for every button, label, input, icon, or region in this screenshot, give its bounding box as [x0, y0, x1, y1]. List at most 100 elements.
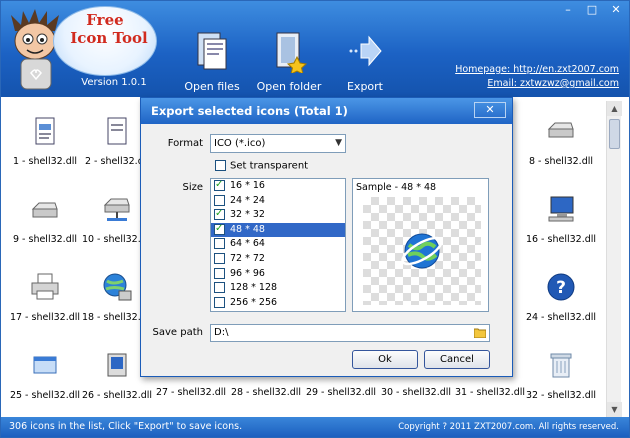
open-files-button[interactable]: Open files: [173, 29, 251, 93]
open-folder-label: Open folder: [256, 80, 322, 93]
status-text: 306 icons in the list, Click "Export" to…: [9, 421, 243, 432]
export-button[interactable]: Export: [326, 29, 404, 93]
icon-item[interactable]: 25 - shell32.dll: [9, 335, 81, 405]
vertical-scrollbar[interactable]: ▲ ▼: [606, 101, 622, 417]
homepage-link[interactable]: Homepage: http://en.zxt2007.com: [455, 64, 619, 75]
contact-links: Homepage: http://en.zxt2007.com Email: z…: [455, 63, 619, 91]
size-option[interactable]: 128 * 128: [211, 281, 345, 296]
icon-label: 24 - shell32.dll: [525, 312, 597, 323]
icon-item[interactable]: ? 24 - shell32.dll: [525, 257, 597, 327]
checkbox-checked-icon[interactable]: [214, 178, 225, 193]
size-option-label: 32 * 32: [230, 209, 265, 221]
checkbox-checked-icon[interactable]: [214, 207, 225, 222]
icon-label: 29 - shell32.dll: [305, 387, 377, 398]
open-files-label: Open files: [184, 80, 240, 93]
close-button[interactable]: ✕: [607, 3, 625, 17]
size-option[interactable]: 72 * 72: [211, 252, 345, 267]
size-option[interactable]: 24 * 24: [211, 194, 345, 209]
size-option-selected[interactable]: 48 * 48: [211, 222, 345, 238]
icon-item[interactable]: 32 - shell32.dll: [525, 335, 597, 405]
checkbox-icon[interactable]: [214, 252, 225, 264]
dialog-title: Export selected icons (Total 1): [141, 98, 512, 124]
checkbox-icon[interactable]: [214, 194, 225, 206]
computer-icon: [548, 196, 574, 222]
set-transparent-checkbox[interactable]: Set transparent: [215, 160, 308, 172]
logo-text-free: Free: [86, 11, 124, 29]
icon-label: 31 - shell32.dll: [454, 387, 526, 398]
export-label: Export: [346, 80, 383, 93]
size-option-label: 64 * 64: [230, 238, 265, 250]
icon-label: 9 - shell32.dll: [12, 234, 78, 245]
size-option[interactable]: 64 * 64: [211, 237, 345, 252]
checkbox-icon[interactable]: [214, 296, 225, 308]
icon-item[interactable]: 1 - shell32.dll: [9, 101, 81, 171]
window-controls: – □ ✕: [559, 3, 625, 17]
export-dialog: Export selected icons (Total 1) ✕ Format…: [140, 97, 513, 377]
size-label: Size: [182, 182, 203, 193]
save-path-input[interactable]: D:\: [210, 324, 490, 342]
dialog-close-button[interactable]: ✕: [474, 102, 506, 118]
status-bar: 306 icons in the list, Click "Export" to…: [1, 417, 629, 437]
icon-label: 27 - shell32.dll: [155, 387, 227, 398]
icon-label: 17 - shell32.dll: [9, 312, 81, 323]
open-folder-icon: [276, 32, 308, 75]
checkbox-checked-icon[interactable]: [214, 222, 225, 236]
open-files-icon: [197, 32, 227, 70]
icon-item[interactable]: 8 - shell32.dll: [525, 101, 597, 171]
printer-icon: [31, 273, 59, 300]
app-version: Version 1.0.1: [81, 77, 147, 88]
size-option[interactable]: 16 * 16: [211, 178, 345, 194]
icon-label: 25 - shell32.dll: [9, 390, 81, 401]
checkbox-icon[interactable]: [214, 282, 225, 294]
network-drive-icon: [103, 198, 130, 221]
scroll-thumb[interactable]: [609, 119, 620, 149]
size-option[interactable]: 96 * 96: [211, 267, 345, 282]
checkbox-icon: [215, 160, 226, 171]
icon-label: 30 - shell32.dll: [380, 387, 452, 398]
help-icon: ?: [547, 273, 575, 301]
size-option[interactable]: 32 * 32: [211, 207, 345, 223]
scroll-up-arrow-icon[interactable]: ▲: [607, 101, 622, 116]
window-icon: [33, 356, 57, 374]
size-option-label: 96 * 96: [230, 267, 265, 279]
format-value: ICO (*.ico): [214, 138, 266, 149]
minimize-button[interactable]: –: [559, 3, 577, 17]
size-option[interactable]: 256 * 256: [211, 296, 345, 311]
icon-label: 8 - shell32.dll: [528, 156, 594, 167]
icon-label: 16 - shell32.dll: [525, 234, 597, 245]
icon-item[interactable]: 16 - shell32.dll: [525, 179, 597, 249]
icon-label: 26 - shell32.dll: [81, 390, 153, 401]
app-window: Free Icon Tool Version 1.0.1 – □ ✕ Open …: [0, 0, 630, 438]
size-option-label: 128 * 128: [230, 282, 278, 294]
recycle-bin-icon: [550, 353, 572, 378]
size-option-label: 72 * 72: [230, 252, 265, 264]
transparency-checkerboard: [363, 197, 481, 305]
maximize-button[interactable]: □: [583, 3, 601, 17]
cancel-button[interactable]: Cancel: [424, 350, 490, 369]
document-icon: [107, 117, 127, 145]
globe-icon: [401, 233, 443, 269]
checkbox-icon[interactable]: [214, 238, 225, 250]
ok-button[interactable]: Ok: [352, 350, 418, 369]
icon-label: 28 - shell32.dll: [230, 387, 302, 398]
scroll-down-arrow-icon[interactable]: ▼: [607, 402, 622, 417]
icon-label: 32 - shell32.dll: [525, 390, 597, 401]
format-select[interactable]: ICO (*.ico) ▼: [210, 134, 346, 153]
format-label: Format: [167, 138, 203, 149]
icon-item[interactable]: 9 - shell32.dll: [9, 179, 81, 249]
checkbox-icon[interactable]: [214, 267, 225, 279]
sample-label: Sample - 48 * 48: [356, 182, 437, 193]
network-icon: [103, 273, 132, 301]
open-folder-button[interactable]: Open folder: [250, 29, 328, 93]
drive-icon: [547, 122, 574, 138]
drive-icon: [31, 202, 58, 218]
icon-item[interactable]: 17 - shell32.dll: [9, 257, 81, 327]
set-transparent-label: Set transparent: [230, 160, 309, 172]
header: Free Icon Tool Version 1.0.1 – □ ✕ Open …: [1, 1, 629, 97]
export-arrow-icon: [349, 35, 382, 67]
email-link[interactable]: Email: zxtwzwz@gmail.com: [487, 78, 619, 89]
size-option-label: 256 * 256: [230, 296, 278, 308]
folder-browse-icon[interactable]: [474, 327, 486, 338]
svg-text:?: ?: [556, 278, 566, 298]
sample-preview: Sample - 48 * 48: [352, 178, 489, 312]
